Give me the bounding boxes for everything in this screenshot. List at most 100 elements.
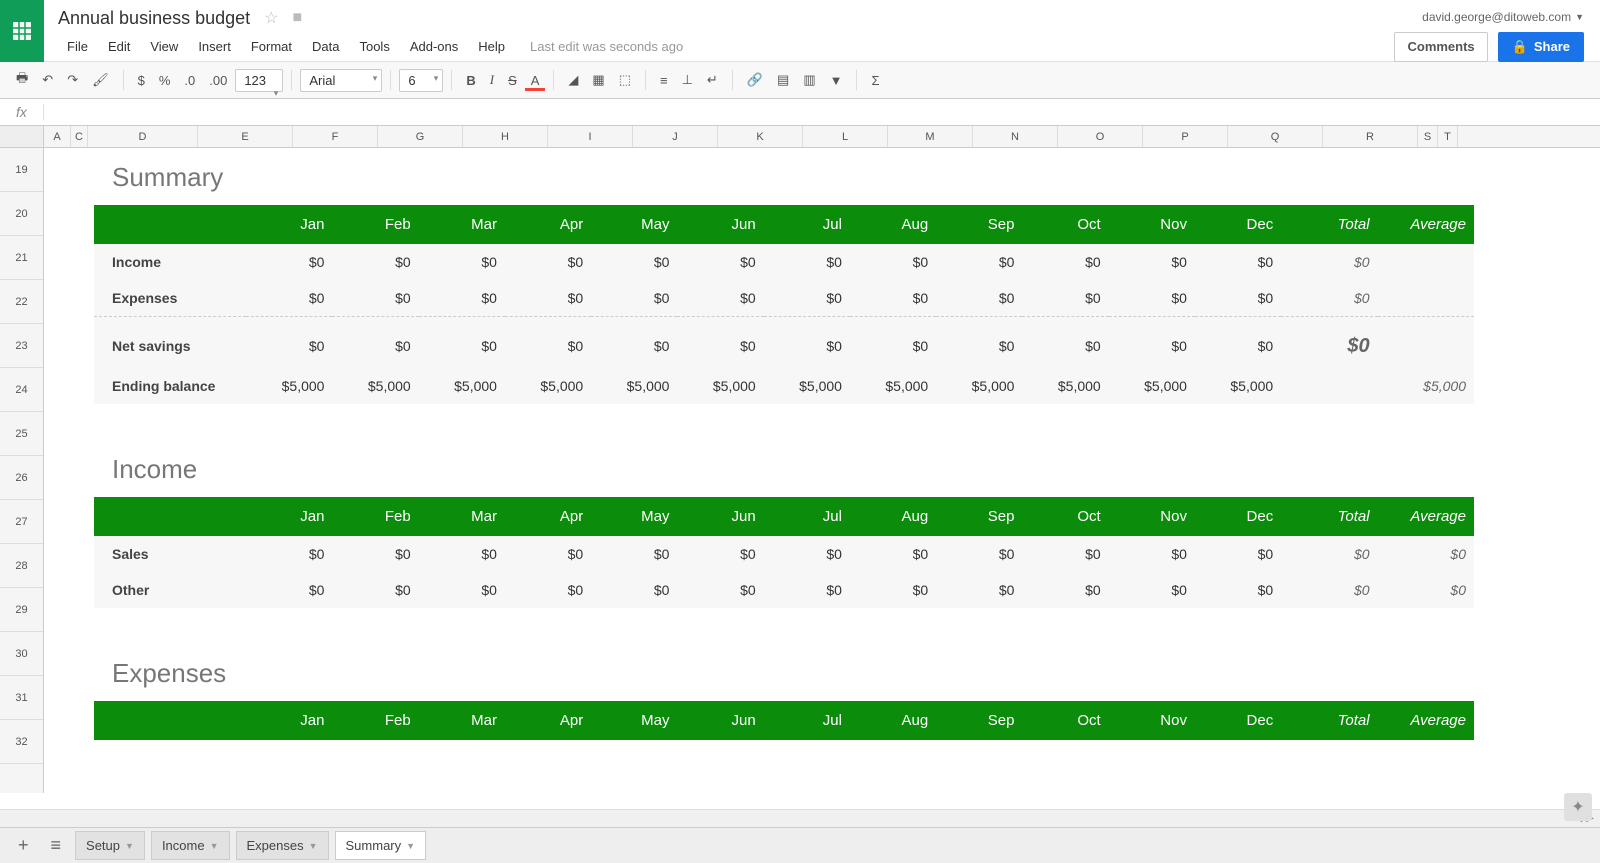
menu-file[interactable]: File: [58, 35, 97, 58]
cell[interactable]: $0: [1109, 572, 1195, 608]
merge-icon[interactable]: ⬚: [613, 68, 637, 92]
cell[interactable]: $0: [1022, 536, 1108, 572]
cell[interactable]: $0: [505, 280, 591, 317]
explore-button[interactable]: ✦: [1564, 793, 1592, 821]
currency-button[interactable]: $: [132, 69, 151, 92]
horizontal-scrollbar[interactable]: ◀ ▶: [0, 809, 1600, 827]
sheet-tab-summary[interactable]: Summary▼: [335, 831, 427, 860]
font-size-select[interactable]: 6: [399, 69, 443, 92]
cell[interactable]: $5,000: [764, 368, 850, 404]
cell[interactable]: $5,000: [1195, 368, 1281, 404]
total-cell[interactable]: $0: [1281, 280, 1377, 317]
comment-icon[interactable]: ▤: [771, 68, 795, 92]
cell[interactable]: $0: [246, 572, 332, 608]
percent-button[interactable]: %: [153, 69, 177, 92]
cell[interactable]: $0: [591, 325, 677, 368]
cell[interactable]: $0: [1195, 244, 1281, 280]
col-header-N[interactable]: N: [973, 126, 1058, 147]
all-sheets-button[interactable]: ≡: [43, 831, 70, 860]
avg-cell[interactable]: $5,000: [1378, 368, 1474, 404]
sheet-tab-expenses[interactable]: Expenses▼: [236, 831, 329, 860]
fill-color-icon[interactable]: ◢: [562, 68, 584, 92]
menu-tools[interactable]: Tools: [350, 35, 398, 58]
col-header-M[interactable]: M: [888, 126, 973, 147]
row-header-21[interactable]: 21: [0, 236, 43, 280]
cell[interactable]: $0: [505, 536, 591, 572]
document-title[interactable]: Annual business budget: [58, 8, 250, 29]
col-header-G[interactable]: G: [378, 126, 463, 147]
cell[interactable]: $0: [591, 572, 677, 608]
cell[interactable]: $0: [505, 325, 591, 368]
cell[interactable]: $0: [936, 244, 1022, 280]
row-header-29[interactable]: 29: [0, 588, 43, 632]
sheet-tab-setup[interactable]: Setup▼: [75, 831, 145, 860]
cell[interactable]: $0: [332, 572, 418, 608]
cell[interactable]: $5,000: [419, 368, 505, 404]
cell[interactable]: $0: [246, 536, 332, 572]
avg-cell[interactable]: $0: [1378, 572, 1474, 608]
row-header-19[interactable]: 19: [0, 148, 43, 192]
row-header-23[interactable]: 23: [0, 324, 43, 368]
increase-decimal-button[interactable]: .00: [203, 69, 233, 92]
cell[interactable]: $0: [332, 280, 418, 317]
cell[interactable]: $0: [850, 536, 936, 572]
grid-content[interactable]: Summary JanFebMarAprMayJunJulAugSepOctNo…: [44, 148, 1600, 793]
comments-button[interactable]: Comments: [1394, 32, 1487, 62]
col-header-S[interactable]: S: [1418, 126, 1438, 147]
col-header-A[interactable]: A: [44, 126, 71, 147]
total-cell[interactable]: $0: [1281, 572, 1377, 608]
wrap-icon[interactable]: ↵: [701, 68, 724, 92]
col-header-E[interactable]: E: [198, 126, 293, 147]
chevron-down-icon[interactable]: ▼: [210, 841, 219, 851]
functions-icon[interactable]: Σ: [865, 69, 885, 92]
halign-icon[interactable]: ≡: [654, 69, 674, 92]
total-cell[interactable]: $0: [1281, 325, 1377, 368]
add-sheet-button[interactable]: +: [10, 831, 37, 860]
col-header-D[interactable]: D: [88, 126, 198, 147]
avg-cell[interactable]: [1378, 325, 1474, 368]
row-header-32[interactable]: 32: [0, 720, 43, 764]
row-header-22[interactable]: 22: [0, 280, 43, 324]
cell[interactable]: $0: [764, 572, 850, 608]
cell[interactable]: $0: [936, 280, 1022, 317]
menu-addons[interactable]: Add-ons: [401, 35, 467, 58]
col-header-P[interactable]: P: [1143, 126, 1228, 147]
cell[interactable]: $0: [591, 536, 677, 572]
menu-insert[interactable]: Insert: [189, 35, 240, 58]
cell[interactable]: $5,000: [936, 368, 1022, 404]
cell[interactable]: $0: [505, 244, 591, 280]
col-header-J[interactable]: J: [633, 126, 718, 147]
col-header-F[interactable]: F: [293, 126, 378, 147]
borders-icon[interactable]: ▦: [586, 68, 610, 92]
cell[interactable]: $5,000: [332, 368, 418, 404]
cell[interactable]: $0: [505, 572, 591, 608]
text-color-button[interactable]: A: [525, 69, 546, 91]
paint-format-icon[interactable]: 🖌: [86, 68, 115, 92]
number-format-select[interactable]: 123: [235, 69, 283, 92]
avg-cell[interactable]: $0: [1378, 536, 1474, 572]
avg-cell[interactable]: [1378, 244, 1474, 280]
cell[interactable]: $5,000: [1109, 368, 1195, 404]
menu-edit[interactable]: Edit: [99, 35, 139, 58]
cell[interactable]: $0: [246, 325, 332, 368]
row-header-20[interactable]: 20: [0, 192, 43, 236]
cell[interactable]: $0: [419, 280, 505, 317]
row-header-26[interactable]: 26: [0, 456, 43, 500]
col-header-T[interactable]: T: [1438, 126, 1458, 147]
chart-icon[interactable]: ▥: [797, 68, 821, 92]
cell[interactable]: $0: [332, 325, 418, 368]
cell[interactable]: $0: [1109, 244, 1195, 280]
cell[interactable]: $5,000: [591, 368, 677, 404]
col-header-K[interactable]: K: [718, 126, 803, 147]
share-button[interactable]: 🔒 Share: [1498, 32, 1584, 62]
font-select[interactable]: Arial: [300, 69, 382, 92]
redo-icon[interactable]: ↷: [61, 68, 84, 92]
cell[interactable]: $0: [850, 572, 936, 608]
cell[interactable]: $0: [1109, 280, 1195, 317]
cell[interactable]: $0: [1022, 325, 1108, 368]
select-all-corner[interactable]: [0, 126, 44, 147]
cell[interactable]: $5,000: [246, 368, 332, 404]
cell[interactable]: $0: [1022, 572, 1108, 608]
row-header-27[interactable]: 27: [0, 500, 43, 544]
cell[interactable]: $0: [764, 536, 850, 572]
